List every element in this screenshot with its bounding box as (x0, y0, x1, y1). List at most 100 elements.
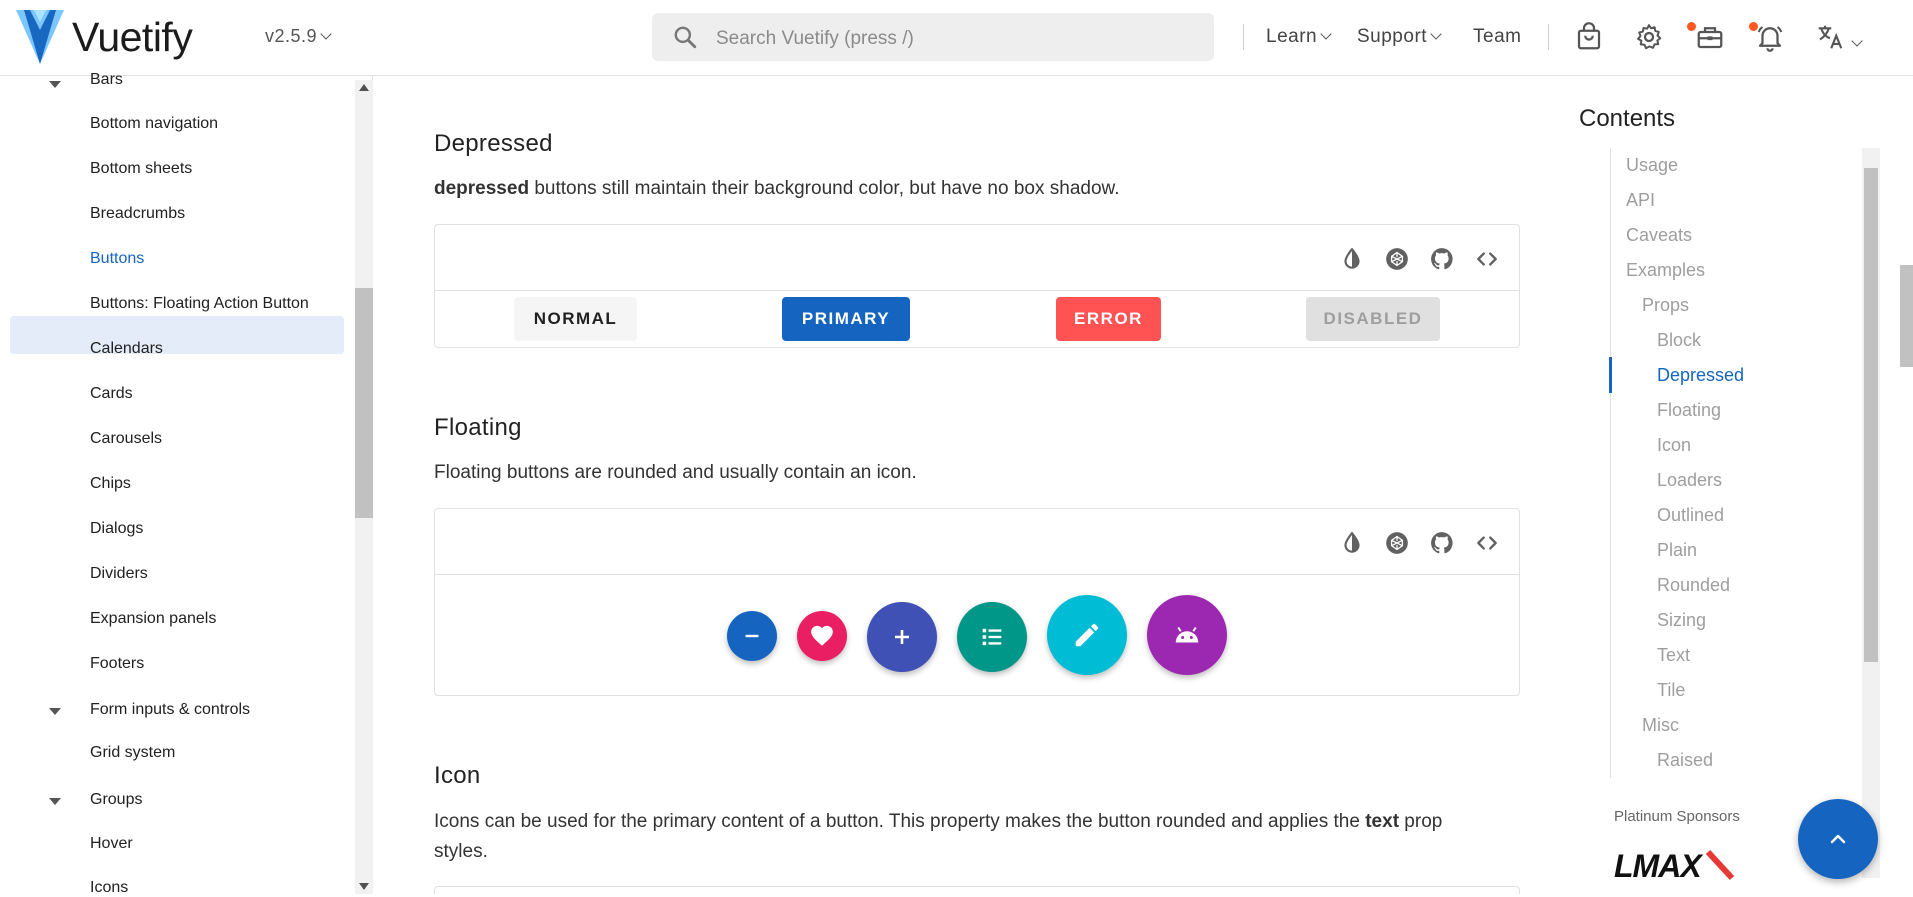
sidebar-item-breadcrumbs[interactable]: Breadcrumbs (90, 205, 185, 223)
github-icon[interactable] (1429, 530, 1455, 556)
sidebar-item-dividers[interactable]: Dividers (90, 565, 148, 583)
search-input[interactable]: Search Vuetify (press /) (652, 13, 1214, 61)
nav-support[interactable]: Support (1357, 26, 1442, 48)
toc-item-loaders[interactable]: Loaders (1657, 470, 1722, 491)
section-title-depressed: Depressed (434, 130, 553, 157)
sidebar-group-groups[interactable]: Groups (90, 791, 142, 809)
toc-rail (1610, 148, 1611, 778)
nav-team-label: Team (1473, 26, 1522, 47)
translate-icon[interactable] (1815, 22, 1845, 52)
chevron-down-icon[interactable] (1851, 35, 1863, 47)
toc-item-props[interactable]: Props (1642, 295, 1689, 316)
fab-format-list[interactable] (957, 602, 1027, 672)
fab-android[interactable] (1147, 595, 1227, 675)
code-icon[interactable] (1474, 530, 1500, 556)
settings-gear-icon[interactable] (1634, 22, 1664, 52)
sidebar-item-carousels[interactable]: Carousels (90, 430, 162, 448)
brand-name[interactable]: Vuetify (72, 14, 193, 61)
section-title-floating: Floating (434, 414, 522, 441)
toc-item-icon[interactable]: Icon (1657, 435, 1691, 456)
sidebar-group-bars[interactable]: Bars (90, 71, 123, 89)
sidebar-item-dialogs[interactable]: Dialogs (90, 520, 143, 538)
toolbox-icon[interactable] (1695, 22, 1725, 52)
version-selector[interactable]: v2.5.9 (265, 26, 332, 47)
toc-item-caveats[interactable]: Caveats (1626, 225, 1692, 246)
codepen-icon[interactable] (1384, 246, 1410, 272)
toc-item-floating[interactable]: Floating (1657, 400, 1721, 421)
demo-card-icon (434, 886, 1520, 894)
section-desc-icon: Icons can be used for the primary conten… (434, 807, 1524, 867)
fab-plus[interactable] (867, 602, 937, 672)
caret-down-icon[interactable] (49, 708, 61, 715)
toc-item-outlined[interactable]: Outlined (1657, 505, 1724, 526)
sidebar-item-buttons[interactable]: Buttons (90, 250, 144, 268)
search-placeholder: Search Vuetify (press /) (716, 28, 914, 49)
sidebar-group-form-inputs[interactable]: Form inputs & controls (90, 701, 250, 719)
sidebar-item-calendars[interactable]: Calendars (90, 340, 163, 358)
lmax-logo-text: LMAX (1614, 848, 1703, 882)
sidebar-item-bottom-sheets[interactable]: Bottom sheets (90, 160, 192, 178)
desc-keyword: depressed (434, 178, 530, 199)
plus-icon (895, 630, 909, 644)
search-icon (674, 26, 697, 49)
error-button[interactable]: ERROR (1056, 297, 1161, 341)
desc-text: styles. (434, 841, 488, 862)
primary-button[interactable]: PRIMARY (782, 297, 910, 341)
sidebar-item-icons[interactable]: Icons (90, 879, 128, 897)
invert-colors-icon[interactable] (1339, 246, 1365, 272)
app-header: Vuetify v2.5.9 Search Vuetify (press /) … (0, 0, 1913, 76)
android-icon (1175, 626, 1199, 643)
demo-toolbar (435, 225, 1519, 291)
toc-item-block[interactable]: Block (1657, 330, 1701, 351)
caret-down-icon[interactable] (49, 798, 61, 805)
sidebar-item-bottom-navigation[interactable]: Bottom navigation (90, 115, 218, 133)
toc-item-tile[interactable]: Tile (1657, 680, 1685, 701)
toc-item-text[interactable]: Text (1657, 645, 1690, 666)
toc-title: Contents (1579, 105, 1676, 132)
fab-pencil[interactable] (1047, 595, 1127, 675)
vuetify-logo-icon[interactable] (16, 10, 64, 64)
nav-learn[interactable]: Learn (1266, 26, 1332, 48)
sidebar-item-footers[interactable]: Footers (90, 655, 144, 673)
toc-item-usage[interactable]: Usage (1626, 155, 1678, 176)
toc-item-plain[interactable]: Plain (1657, 540, 1697, 561)
sidebar-item-buttons-fab[interactable]: Buttons: Floating Action Button (90, 295, 309, 313)
code-icon[interactable] (1474, 246, 1500, 272)
caret-down-icon[interactable] (49, 81, 61, 88)
codepen-icon[interactable] (1384, 530, 1410, 556)
toc-item-depressed[interactable]: Depressed (1657, 365, 1744, 386)
toc-item-raised[interactable]: Raised (1657, 750, 1713, 771)
toc-item-rounded[interactable]: Rounded (1657, 575, 1730, 596)
toc-item-api[interactable]: API (1626, 190, 1655, 211)
pencil-icon (1075, 623, 1099, 647)
github-icon[interactable] (1429, 246, 1455, 272)
toc-item-examples[interactable]: Examples (1626, 260, 1705, 281)
chevron-down-icon (320, 28, 332, 40)
scroll-to-top-button[interactable] (1798, 799, 1878, 879)
demo-toolbar (435, 509, 1519, 575)
scroll-down-arrow-icon[interactable] (359, 883, 369, 890)
fab-heart[interactable] (797, 611, 847, 661)
sidebar-item-hover[interactable]: Hover (90, 835, 133, 853)
normal-button[interactable]: NORMAL (514, 297, 637, 341)
toc-item-misc[interactable]: Misc (1642, 715, 1679, 736)
page-scrollbar-thumb[interactable] (1900, 265, 1913, 367)
notification-dot (1749, 22, 1758, 31)
sidebar-scrollbar-thumb[interactable] (355, 288, 373, 518)
sidebar-item-chips[interactable]: Chips (90, 475, 131, 493)
bell-icon[interactable] (1755, 22, 1785, 52)
sidebar-item-cards[interactable]: Cards (90, 385, 133, 403)
shopping-bag-icon[interactable] (1574, 22, 1604, 52)
toc-item-sizing[interactable]: Sizing (1657, 610, 1706, 631)
fab-minus[interactable] (727, 611, 777, 661)
toc-active-indicator (1609, 357, 1612, 393)
lmax-logo[interactable]: LMAX (1612, 848, 1756, 882)
sidebar-nav: Bars Bottom navigation Bottom sheets Bre… (0, 71, 373, 897)
nav-support-label: Support (1357, 26, 1428, 47)
nav-team[interactable]: Team (1473, 26, 1521, 48)
invert-colors-icon[interactable] (1339, 530, 1365, 556)
toc-scrollbar-thumb[interactable] (1864, 168, 1878, 662)
sidebar-item-grid-system[interactable]: Grid system (90, 744, 175, 762)
sidebar-item-expansion-panels[interactable]: Expansion panels (90, 610, 216, 628)
scroll-up-arrow-icon[interactable] (359, 84, 369, 91)
